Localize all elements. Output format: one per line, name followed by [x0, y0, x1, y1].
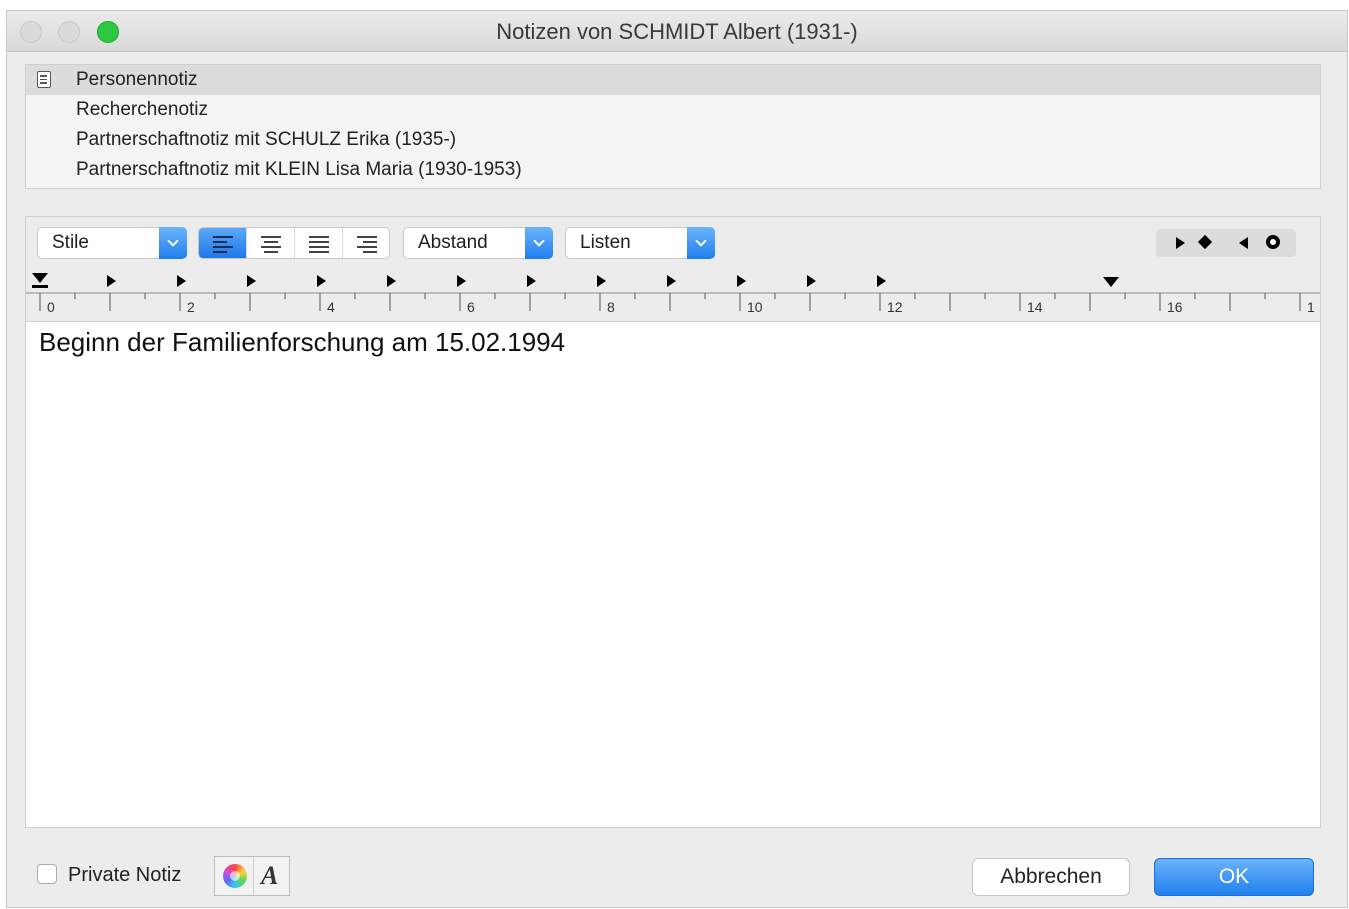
align-justify-button[interactable]	[295, 228, 343, 258]
note-item-label: Partnerschaftnotiz mit SCHULZ Erika (193…	[76, 129, 457, 150]
format-buttons: A	[214, 856, 290, 896]
tab-stop-marker	[107, 275, 116, 287]
align-left-button[interactable]	[199, 228, 247, 258]
ruler-number: 1	[1307, 299, 1315, 315]
styles-popup-label: Stile	[52, 232, 89, 253]
ok-button[interactable]: OK	[1154, 858, 1314, 896]
alignment-segmented-control	[198, 227, 390, 259]
spacing-popup-label: Abstand	[418, 232, 488, 253]
styles-popup[interactable]: Stile	[37, 227, 187, 259]
note-item-partner-schulz[interactable]: Partnerschaftnotiz mit SCHULZ Erika (193…	[26, 125, 1320, 155]
ruler-number: 12	[887, 299, 903, 315]
chevron-down-icon	[159, 227, 187, 259]
ruler-number: 6	[467, 299, 475, 315]
note-item-label: Recherchenotiz	[76, 99, 209, 120]
align-right-button[interactable]	[343, 228, 389, 258]
ruler-graphic	[26, 273, 1320, 311]
note-document-icon	[37, 71, 51, 88]
note-item-partner-klein[interactable]: Partnerschaftnotiz mit KLEIN Lisa Maria …	[26, 155, 1320, 185]
title-bar: Notizen von SCHMIDT Albert (1931-)	[7, 11, 1347, 52]
ruler-number: 10	[747, 299, 763, 315]
editor-panel: Stile Abstand Listen 0 2 4 6 8 10 12 14 …	[25, 216, 1321, 828]
color-wheel-icon[interactable]	[223, 864, 247, 888]
center-tab-icon[interactable]	[1197, 234, 1213, 250]
ruler-number: 2	[187, 299, 195, 315]
tab-stop-marker	[177, 275, 186, 287]
private-note-label: Private Notiz	[68, 864, 182, 886]
tab-stop-marker	[597, 275, 606, 287]
note-item-label: Personennotiz	[76, 69, 198, 90]
tab-stop-marker	[317, 275, 326, 287]
ruler-number: 16	[1167, 299, 1183, 315]
private-note-checkbox[interactable]	[37, 864, 57, 884]
divider	[253, 857, 254, 895]
chevron-down-icon	[525, 227, 553, 259]
align-center-button[interactable]	[247, 228, 295, 258]
notes-list: Personennotiz Recherchenotiz Partnerscha…	[25, 64, 1321, 189]
left-tab-icon[interactable]	[1239, 237, 1248, 249]
tab-stop-marker	[387, 275, 396, 287]
chevron-down-icon	[687, 227, 715, 259]
left-margin-marker	[32, 273, 48, 288]
right-tab-icon[interactable]	[1176, 237, 1185, 249]
text-ruler[interactable]: 0 2 4 6 8 10 12 14 16 1	[26, 271, 1320, 321]
window-title: Notizen von SCHMIDT Albert (1931-)	[496, 19, 858, 44]
tab-stop-palette	[1156, 229, 1296, 257]
note-item-label: Partnerschaftnotiz mit KLEIN Lisa Maria …	[76, 159, 522, 180]
tab-stop-marker	[247, 275, 256, 287]
note-text: Beginn der Familienforschung am 15.02.19…	[39, 327, 566, 357]
font-icon[interactable]: A	[261, 861, 278, 891]
note-item-personennotiz[interactable]: Personennotiz	[26, 65, 1320, 95]
tab-stop-marker	[877, 275, 886, 287]
ruler-number: 8	[607, 299, 615, 315]
format-toolbar: Stile Abstand Listen	[26, 217, 1320, 271]
lists-popup-label: Listen	[580, 232, 631, 253]
spacing-popup[interactable]: Abstand	[403, 227, 553, 259]
tab-stop-marker	[737, 275, 746, 287]
right-margin-marker	[1103, 277, 1119, 287]
decimal-tab-icon[interactable]	[1266, 235, 1280, 249]
ruler-number: 14	[1027, 299, 1043, 315]
tab-stop-marker	[667, 275, 676, 287]
tab-stop-marker	[807, 275, 816, 287]
lists-popup[interactable]: Listen	[565, 227, 715, 259]
tab-stop-marker	[457, 275, 466, 287]
tab-stop-marker	[527, 275, 536, 287]
note-text-editor[interactable]: Beginn der Familienforschung am 15.02.19…	[26, 321, 1320, 827]
cancel-button[interactable]: Abbrechen	[972, 858, 1130, 896]
ruler-number: 0	[47, 299, 55, 315]
ruler-number: 4	[327, 299, 335, 315]
note-item-recherchenotiz[interactable]: Recherchenotiz	[26, 95, 1320, 125]
